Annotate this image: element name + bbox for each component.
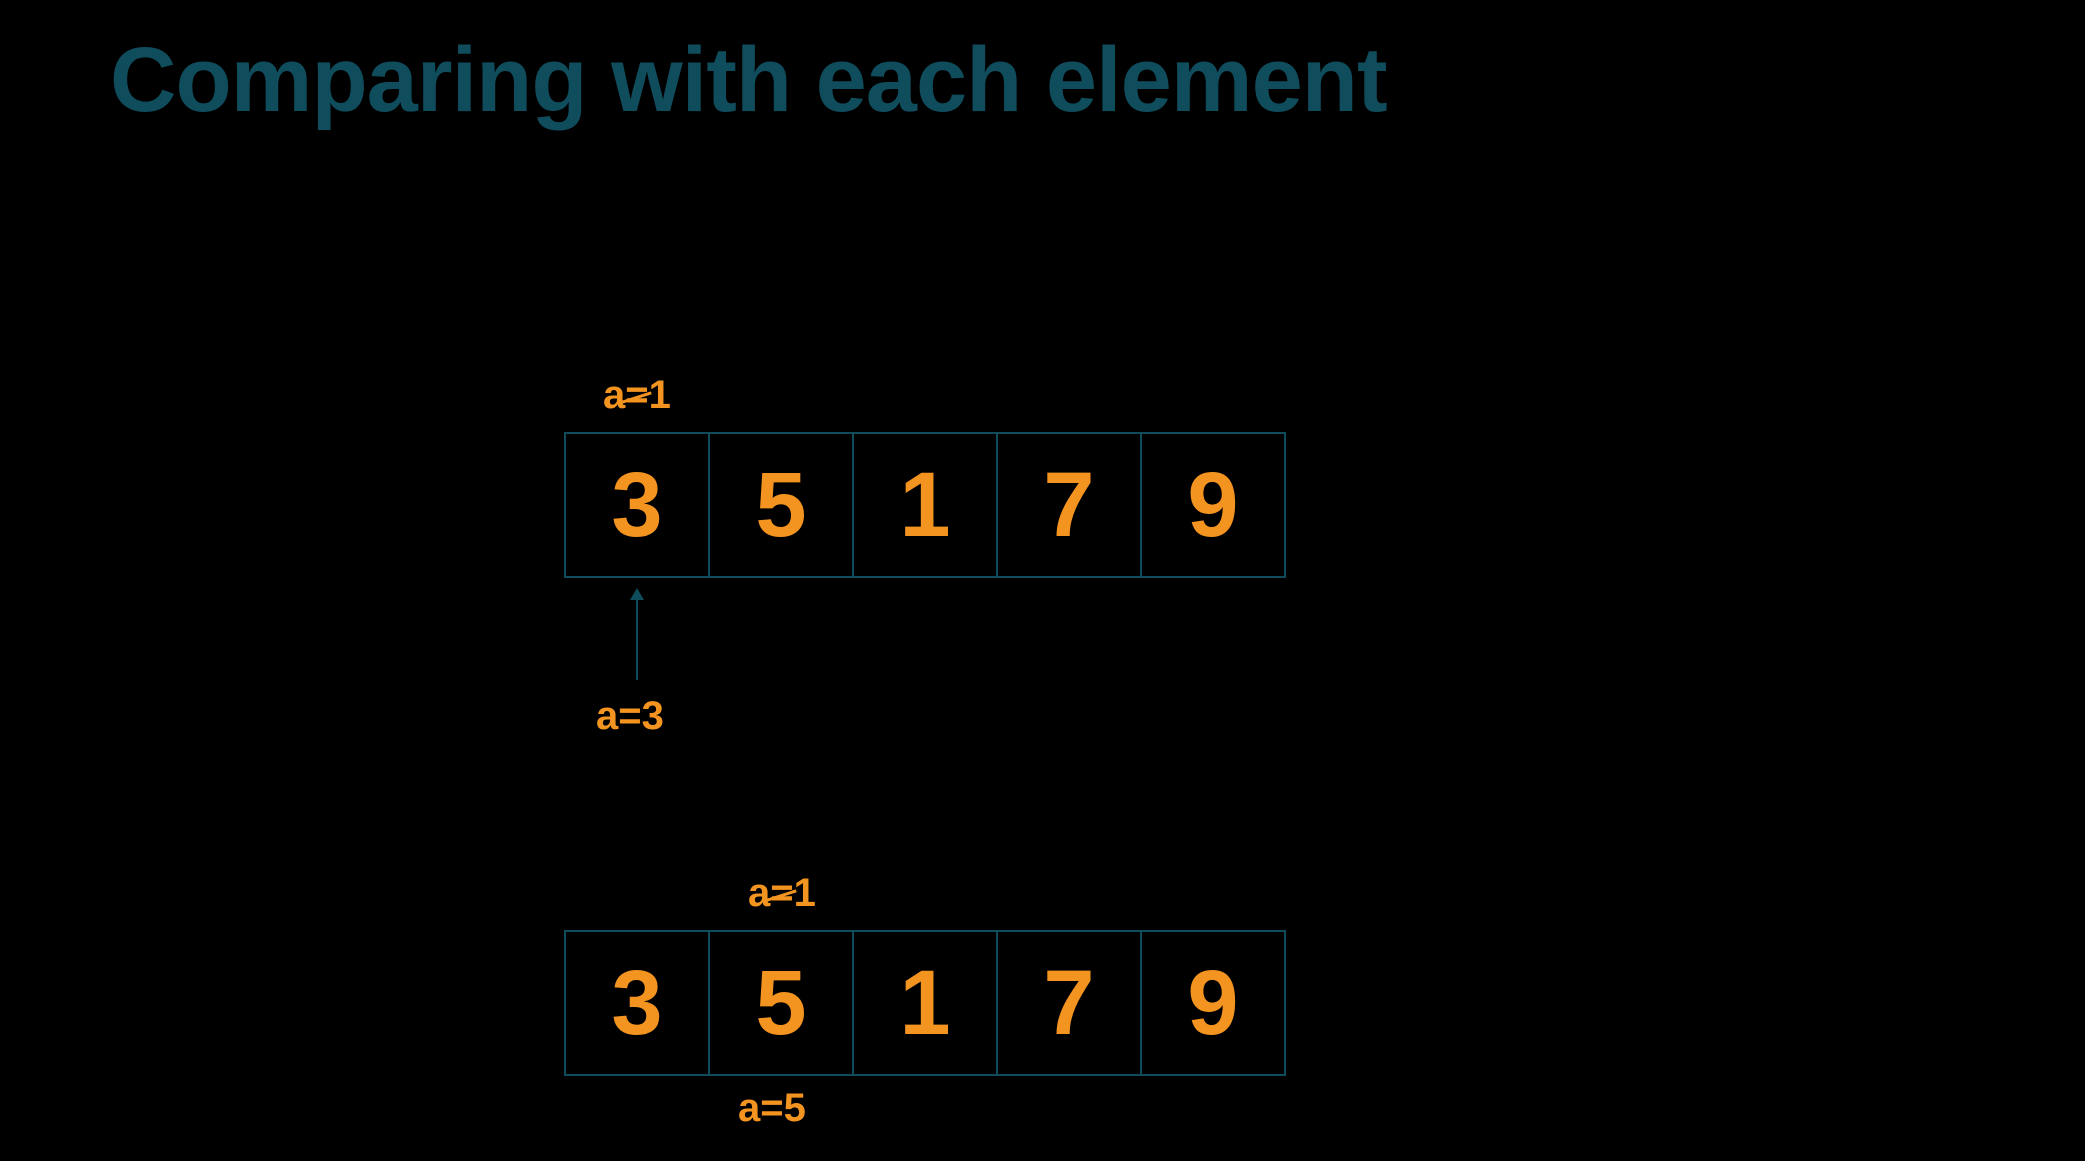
row0-arrow-icon — [636, 590, 638, 680]
array-cell: 5 — [708, 432, 854, 578]
array-cell: 3 — [564, 432, 710, 578]
slide-title: Comparing with each element — [110, 28, 1387, 133]
row1-top-annotation: a=1 — [748, 871, 816, 916]
array-cell: 7 — [996, 432, 1142, 578]
array-cell: 5 — [708, 930, 854, 1076]
array-cell: 7 — [996, 930, 1142, 1076]
array-cell: 1 — [852, 930, 998, 1076]
row0-top-annotation: a=1 — [603, 373, 671, 418]
array-cell: 9 — [1140, 930, 1286, 1076]
array-row-1: 3 5 1 7 9 — [564, 930, 1286, 1076]
row0-bottom-annotation: a=3 — [596, 694, 664, 739]
row1-bottom-annotation: a=5 — [738, 1086, 806, 1131]
array-row-0: 3 5 1 7 9 — [564, 432, 1286, 578]
array-cell: 1 — [852, 432, 998, 578]
array-cell: 9 — [1140, 432, 1286, 578]
array-cell: 3 — [564, 930, 710, 1076]
